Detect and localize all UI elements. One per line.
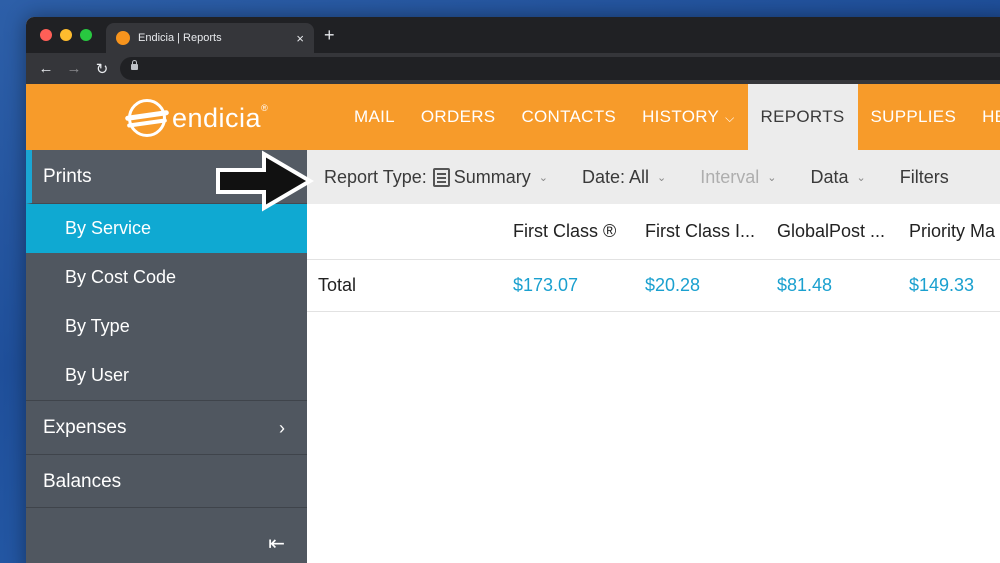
address-bar[interactable]	[120, 57, 1000, 80]
table-row: Total $173.07 $20.28 $81.48 $149.33	[307, 260, 1000, 312]
endicia-logo-icon	[128, 99, 166, 137]
lock-icon	[131, 60, 138, 70]
sidebar-item-by-user[interactable]: By User	[26, 351, 307, 400]
logo-text: endicia	[172, 102, 262, 133]
value-cell[interactable]: $173.07	[513, 260, 631, 311]
nav-reports[interactable]: REPORTS	[747, 84, 858, 150]
chevron-down-icon: ⌄	[657, 171, 667, 184]
column-header[interactable]: First Class I...	[645, 204, 763, 259]
forward-icon[interactable]: →	[60, 60, 88, 77]
browser-toolbar: ← → ↻	[26, 53, 1000, 84]
report-type-value: Summary	[453, 166, 531, 187]
app-header: endicia ® MAIL ORDERS CONTACTS HISTORY ⌵ …	[26, 84, 1000, 150]
main-nav: MAIL ORDERS CONTACTS HISTORY ⌵ REPORTS SU…	[341, 84, 1000, 150]
nav-help[interactable]: HELP	[969, 84, 1000, 150]
interval-label: Interval	[700, 166, 760, 187]
sidebar-section-balances[interactable]: Balances	[26, 454, 307, 508]
nav-supplies[interactable]: SUPPLIES	[858, 84, 970, 150]
collapse-sidebar-icon[interactable]: ⇤	[268, 531, 285, 556]
nav-history[interactable]: HISTORY ⌵	[629, 84, 747, 150]
annotation-arrow-icon	[216, 150, 314, 212]
filters-label: Filters	[899, 166, 949, 187]
column-header[interactable]: Priority Ma	[909, 204, 1000, 259]
table-header-row: First Class ® First Class I... GlobalPos…	[307, 204, 1000, 260]
sidebar-section-expenses[interactable]: Expenses ›	[26, 400, 307, 454]
tab-close-icon[interactable]: ×	[296, 31, 304, 46]
value-cell[interactable]: $20.28	[645, 260, 763, 311]
reload-icon[interactable]: ↻	[88, 60, 116, 78]
report-summary-icon	[432, 167, 450, 187]
chevron-down-icon: ⌄	[856, 171, 866, 184]
expenses-label: Expenses	[43, 417, 127, 438]
minimize-window-button[interactable]	[60, 29, 72, 41]
report-filter-bar: Report Type: Summary ⌄ Date: All ⌄ Inter…	[307, 150, 1000, 204]
sidebar-item-by-cost-code[interactable]: By Cost Code	[26, 253, 307, 302]
tab-title: Endicia | Reports	[138, 32, 222, 44]
data-dropdown[interactable]: Data ⌄	[810, 167, 865, 188]
date-dropdown[interactable]: Date: All ⌄	[582, 167, 666, 188]
sidebar-item-by-type[interactable]: By Type	[26, 302, 307, 351]
nav-mail[interactable]: MAIL	[341, 84, 408, 150]
column-header[interactable]: First Class ®	[513, 204, 631, 259]
endicia-favicon-icon	[116, 31, 130, 45]
back-icon[interactable]: ←	[32, 60, 60, 77]
browser-tab[interactable]: Endicia | Reports ×	[106, 23, 314, 53]
row-label: Total	[318, 275, 357, 295]
new-tab-icon[interactable]: +	[324, 26, 335, 44]
close-window-button[interactable]	[40, 29, 52, 41]
endicia-logo[interactable]: endicia ®	[128, 99, 268, 137]
value-cell[interactable]: $149.33	[909, 260, 1000, 311]
browser-window: Endicia | Reports × + ← → ↻ endicia ® MA…	[26, 17, 1000, 563]
nav-orders[interactable]: ORDERS	[408, 84, 509, 150]
column-header[interactable]: GlobalPost ...	[777, 204, 895, 259]
nav-contacts[interactable]: CONTACTS	[508, 84, 629, 150]
filters-button[interactable]: Filters	[900, 167, 949, 188]
date-label: Date: All	[581, 166, 650, 187]
registered-mark: ®	[261, 103, 268, 113]
report-type-dropdown[interactable]: Report Type: Summary ⌄	[324, 167, 548, 188]
value-cell[interactable]: $81.48	[777, 260, 895, 311]
chevron-down-icon: ⌄	[767, 171, 777, 184]
chevron-down-icon: ⌄	[538, 171, 548, 184]
browser-titlebar: Endicia | Reports × +	[26, 17, 1000, 53]
interval-dropdown: Interval ⌄	[700, 167, 776, 188]
report-type-label: Report Type:	[324, 166, 427, 187]
chevron-down-icon: ⌵	[725, 111, 735, 125]
data-label: Data	[810, 166, 849, 187]
nav-history-label: HISTORY	[642, 107, 720, 126]
chevron-right-icon: ›	[279, 418, 285, 438]
maximize-window-button[interactable]	[80, 29, 92, 41]
report-table: First Class ® First Class I... GlobalPos…	[307, 204, 1000, 563]
